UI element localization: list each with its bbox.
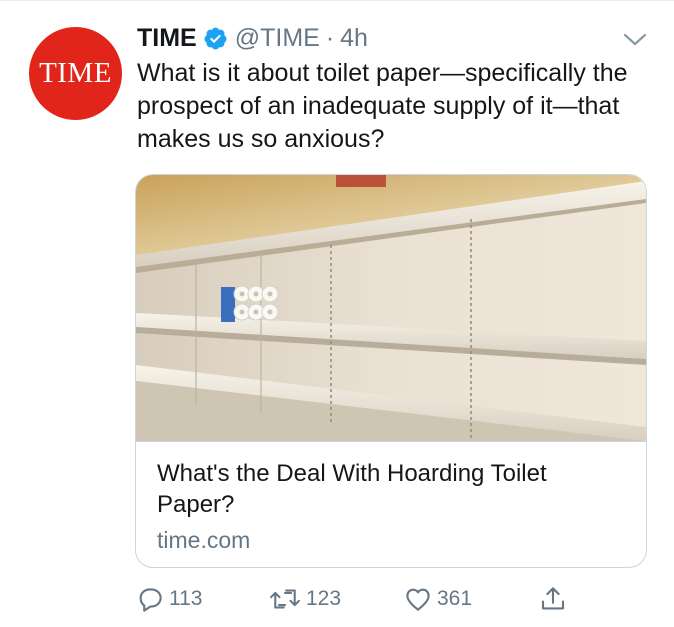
avatar[interactable]: TIME (29, 27, 122, 120)
reply-icon (139, 588, 162, 612)
card-domain: time.com (157, 527, 251, 553)
like-icon (406, 588, 430, 611)
separator-dot: · (325, 23, 335, 52)
retweet-count: 123 (306, 587, 342, 610)
display-name[interactable]: TIME (137, 24, 197, 53)
card-body[interactable]: What's the Deal With Hoarding Toilet Pap… (136, 441, 646, 553)
link-card[interactable]: What's the Deal With Hoarding Toilet Pap… (135, 174, 647, 568)
retweet-button[interactable]: 123 (268, 582, 341, 616)
like-count: 361 (437, 587, 473, 610)
verified-badge-icon (204, 27, 227, 49)
like-button[interactable]: 361 (403, 582, 472, 616)
share-button[interactable] (538, 582, 568, 616)
avatar-logo-text: TIME (39, 57, 112, 89)
tweet-header: TIME @TIME · 4h (137, 22, 368, 54)
user-handle[interactable]: @TIME (235, 24, 320, 53)
timestamp[interactable]: 4h (340, 24, 368, 53)
top-divider (0, 0, 674, 1)
share-icon (541, 587, 565, 610)
chevron-down-icon[interactable] (621, 30, 649, 50)
reply-button[interactable]: 113 (135, 582, 202, 616)
empty-store-shelves-photo[interactable] (136, 175, 646, 441)
card-title[interactable]: What's the Deal With Hoarding Toilet Pap… (157, 458, 627, 520)
retweet-icon (270, 589, 300, 609)
tweet-text: What is it about toilet paper—specifical… (137, 59, 628, 153)
reply-count: 113 (169, 587, 203, 610)
tweet-actions: 113 123 361 (135, 582, 655, 616)
